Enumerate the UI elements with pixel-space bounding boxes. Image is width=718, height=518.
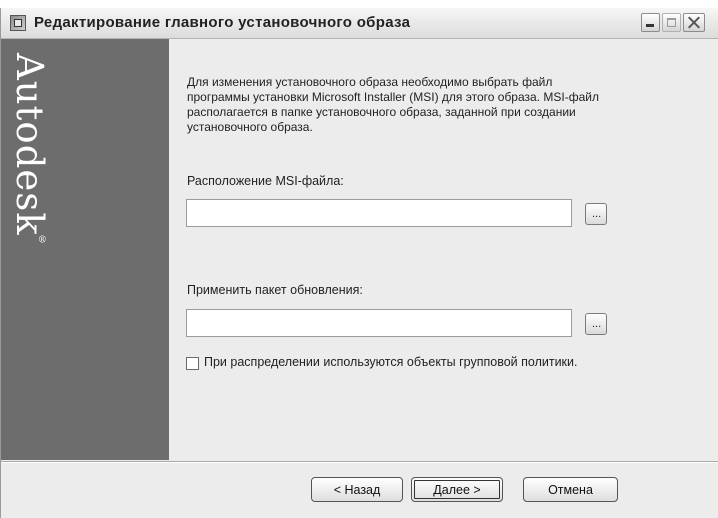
brand-sidebar: Autodesk® <box>1 39 169 460</box>
registered-mark: ® <box>37 235 48 247</box>
window-title: Редактирование главного установочного об… <box>34 14 411 31</box>
patch-label: Применить пакет обновления: <box>187 283 363 297</box>
maximize-button[interactable] <box>662 13 681 32</box>
next-button[interactable]: Далее > <box>411 477 503 502</box>
brand-text: Autodesk <box>8 53 51 236</box>
msi-location-input[interactable] <box>186 199 572 227</box>
main-content: Для изменения установочного образа необх… <box>170 39 718 460</box>
close-button[interactable] <box>683 13 705 32</box>
app-icon <box>10 15 26 31</box>
minimize-button[interactable] <box>641 13 660 32</box>
gpo-checkbox[interactable] <box>186 357 199 370</box>
footer-divider-highlight <box>1 462 718 463</box>
patch-browse-button[interactable]: ... <box>585 313 607 335</box>
gpo-checkbox-label[interactable]: При распределении используются объекты г… <box>204 355 578 369</box>
back-button[interactable]: < Назад <box>311 477 403 502</box>
dialog-window: Редактирование главного установочного об… <box>0 8 718 518</box>
cancel-button[interactable]: Отмена <box>523 477 618 502</box>
button-bar: < Назад Далее > Отмена <box>1 461 718 518</box>
description-text: Для изменения установочного образа необх… <box>187 75 599 134</box>
autodesk-logo: Autodesk® <box>8 53 51 247</box>
msi-browse-button[interactable]: ... <box>585 203 607 225</box>
msi-location-label: Расположение MSI-файла: <box>187 174 344 188</box>
title-bar[interactable]: Редактирование главного установочного об… <box>1 8 718 39</box>
patch-input[interactable] <box>186 309 572 337</box>
